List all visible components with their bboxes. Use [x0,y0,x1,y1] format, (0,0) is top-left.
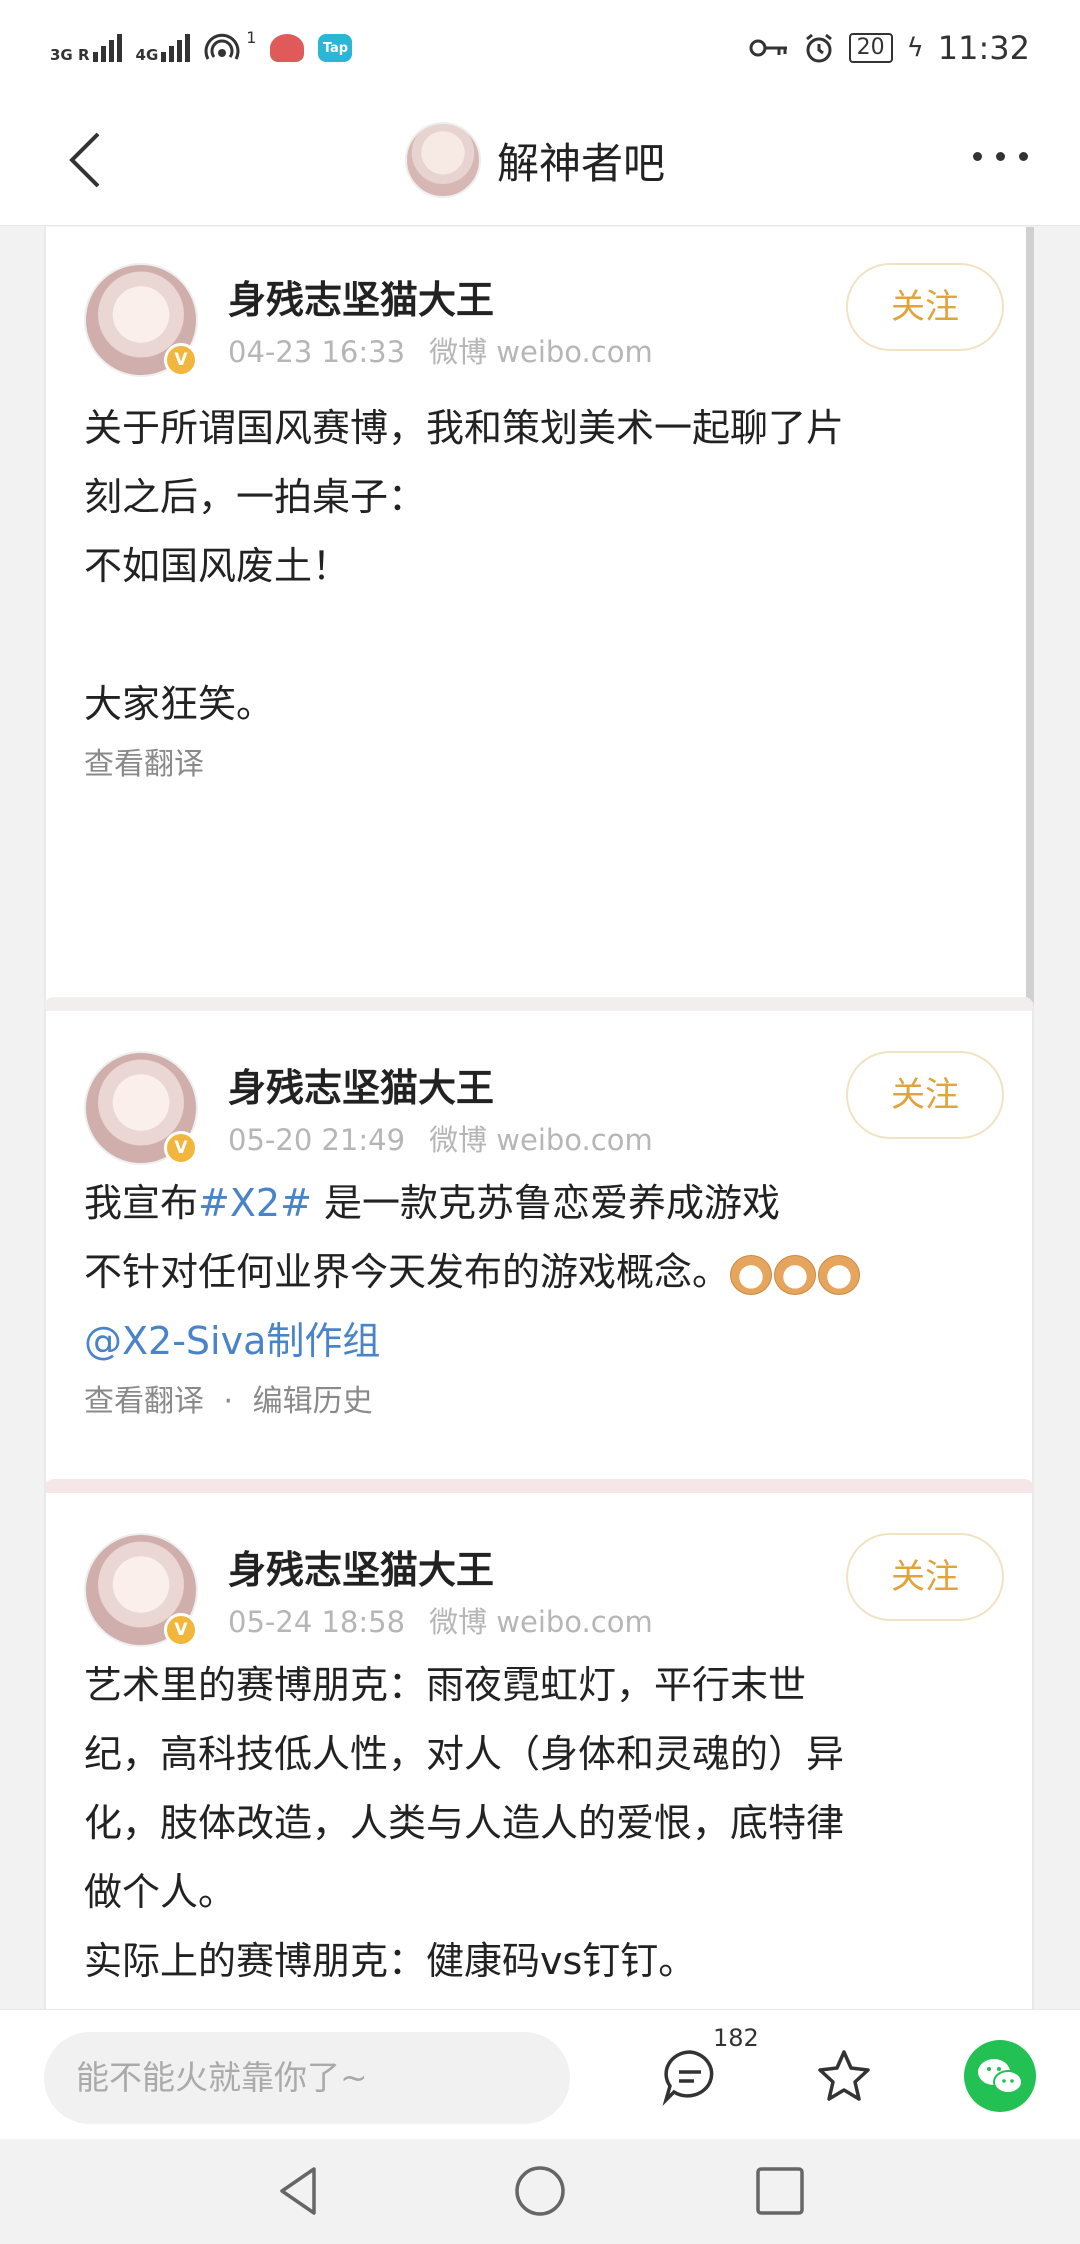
key-icon [749,39,787,57]
status-bar: 3G R 4G 1 Tap 20 ϟ 11:32 [0,0,1080,96]
follow-button[interactable]: 关注 [846,1051,1004,1139]
reply-input[interactable]: 能不能火就靠你了~ [44,2032,570,2124]
app-notification-icon [270,34,305,62]
post-text: 我宣布#X2# 是一款克苏鲁恋爱养成游戏 不针对任何业界今天发布的游戏概念。 @… [84,1169,1004,1424]
follow-button[interactable]: 关注 [846,1533,1004,1621]
post-meta: 04-23 16:33 微博 weibo.com [228,329,653,371]
cat-emoji-icons [730,1254,861,1295]
back-arrow-icon[interactable] [64,130,114,190]
verified-badge-icon: V [164,1613,198,1647]
post-source: 微博 weibo.com [429,1123,653,1157]
battery-indicator: 20 [848,33,893,63]
cellular-signal-icon: 3G R [50,34,122,63]
wechat-icon [978,2059,1023,2094]
card-header: V 身残志坚猫大王 05-20 21:49 微博 weibo.com 关注 [84,1051,1004,1181]
system-home-icon[interactable] [512,2163,568,2219]
forum-avatar [405,122,481,198]
top-navigation-bar: 解神者吧 [0,96,1080,226]
username[interactable]: 身残志坚猫大王 [228,1057,494,1112]
hotspot-icon [204,33,240,60]
system-back-icon[interactable] [272,2163,328,2219]
post-source: 微博 weibo.com [429,1605,653,1639]
verified-badge-icon: V [164,343,198,377]
charging-icon: ϟ [906,33,924,63]
follow-button[interactable]: 关注 [846,263,1004,351]
post-source: 微博 weibo.com [429,335,653,369]
username[interactable]: 身残志坚猫大王 [228,269,494,324]
post-date: 05-20 21:49 [228,1123,406,1157]
translate-link[interactable]: 查看翻译 [84,743,1004,787]
star-icon[interactable] [814,2046,874,2106]
cellular-signal-2-icon: 4G [136,34,191,63]
alarm-icon [805,33,832,63]
translate-link[interactable]: 查看翻译 [84,1384,204,1419]
mention-link[interactable]: @X2-Siva制作组 [84,1307,1004,1376]
system-navigation-bar [0,2139,1080,2244]
weibo-card-3: V 身残志坚猫大王 05-24 18:58 微博 weibo.com 关注 艺术里… [44,1479,1034,2009]
post-content[interactable]: V 身残志坚猫大王 04-23 16:33 微博 weibo.com 关注 关于所… [0,227,1080,2009]
post-date: 04-23 16:33 [228,335,406,369]
more-options-icon[interactable] [973,152,1028,161]
post-text: 关于所谓国风赛博，我和策划美术一起聊了片 刻之后，一拍桌子： 不如国风废土！ 大… [84,394,1004,787]
post-meta: 05-20 21:49 微博 weibo.com [228,1117,653,1159]
forum-header[interactable]: 解神者吧 [405,122,665,198]
card-header: V 身残志坚猫大王 05-24 18:58 微博 weibo.com 关注 [84,1533,1004,1663]
verified-badge-icon: V [164,1131,198,1165]
tap-app-icon: Tap [318,34,353,62]
page-title: 解神者吧 [497,138,666,188]
clock: 11:32 [937,29,1030,67]
reply-bar: 能不能火就靠你了~ 182 [0,2009,1080,2139]
card-header: V 身残志坚猫大王 04-23 16:33 微博 weibo.com 关注 [84,263,1004,393]
comment-count: 182 [713,2024,759,2052]
username[interactable]: 身残志坚猫大王 [228,1539,494,1594]
system-recents-icon[interactable] [752,2163,808,2219]
post-date: 05-24 18:58 [228,1605,406,1639]
post-meta: 05-24 18:58 微博 weibo.com [228,1599,653,1641]
cat-emoji-icon [774,1254,817,1295]
cat-emoji-icon [818,1254,861,1295]
hashtag-link[interactable]: #X2# [198,1181,312,1225]
comment-icon[interactable] [660,2046,720,2106]
post-text: 艺术里的赛博朋克：雨夜霓虹灯，平行末世 纪，高科技低人性，对人（身体和灵魂的）异… [84,1663,845,1983]
wechat-share-button[interactable] [964,2040,1036,2112]
cat-emoji-icon [730,1254,773,1295]
edit-history-link[interactable]: 编辑历史 [253,1384,373,1419]
